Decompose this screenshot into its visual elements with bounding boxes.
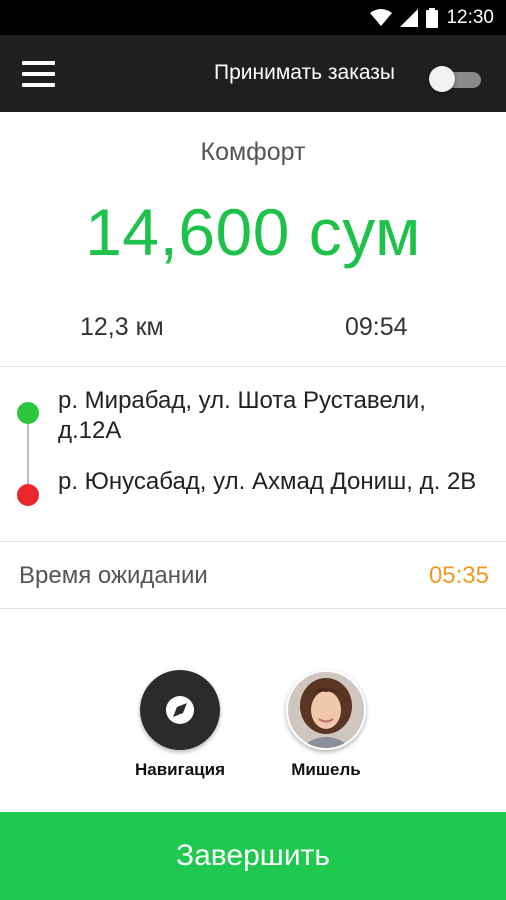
hamburger-menu-icon xyxy=(22,61,55,65)
accept-orders-toggle[interactable] xyxy=(429,65,481,93)
divider xyxy=(0,608,506,609)
navigation-label: Навигация xyxy=(135,760,225,779)
tariff-name: Комфорт xyxy=(200,138,306,166)
finish-button[interactable]: Завершить xyxy=(0,812,506,900)
route-from-address: р. Мирабад, ул. Шота Руставели, д.12А xyxy=(58,387,426,444)
menu-line xyxy=(22,72,55,76)
accept-orders-label: Принимать заказы xyxy=(214,61,396,84)
route-end-dot xyxy=(17,484,39,506)
divider xyxy=(0,366,506,367)
navigation-circle xyxy=(140,670,220,750)
menu-button[interactable] xyxy=(22,61,56,87)
battery-icon xyxy=(426,7,439,28)
waiting-label: Время ожидании xyxy=(19,562,208,589)
avatar-image xyxy=(288,672,364,748)
waiting-time: 05:35 xyxy=(428,562,489,589)
toggle-thumb xyxy=(429,66,455,92)
trip-distance: 12,3 км xyxy=(80,313,164,341)
compass-icon xyxy=(166,696,194,724)
route-start-dot xyxy=(17,402,39,424)
menu-line xyxy=(22,83,55,87)
signal-icon xyxy=(400,8,419,27)
app-bar: Принимать заказы xyxy=(0,35,506,112)
navigation-button[interactable]: Навигация xyxy=(120,670,240,780)
route-line xyxy=(27,420,29,494)
wifi-icon xyxy=(370,8,393,26)
status-bar: 12:30 xyxy=(0,0,506,35)
contact-button[interactable]: Мишель xyxy=(266,670,386,780)
status-time: 12:30 xyxy=(446,6,494,28)
route-to-address: р. Юнусабад, ул. Ахмад Дониш, д. 2В xyxy=(58,468,477,495)
contact-label: Мишель xyxy=(291,760,361,779)
divider xyxy=(0,541,506,542)
trip-duration: 09:54 xyxy=(345,313,408,341)
status-icons: 12:30 xyxy=(370,0,494,35)
trip-price: 14,600 сум xyxy=(85,195,421,269)
avatar xyxy=(286,670,366,750)
